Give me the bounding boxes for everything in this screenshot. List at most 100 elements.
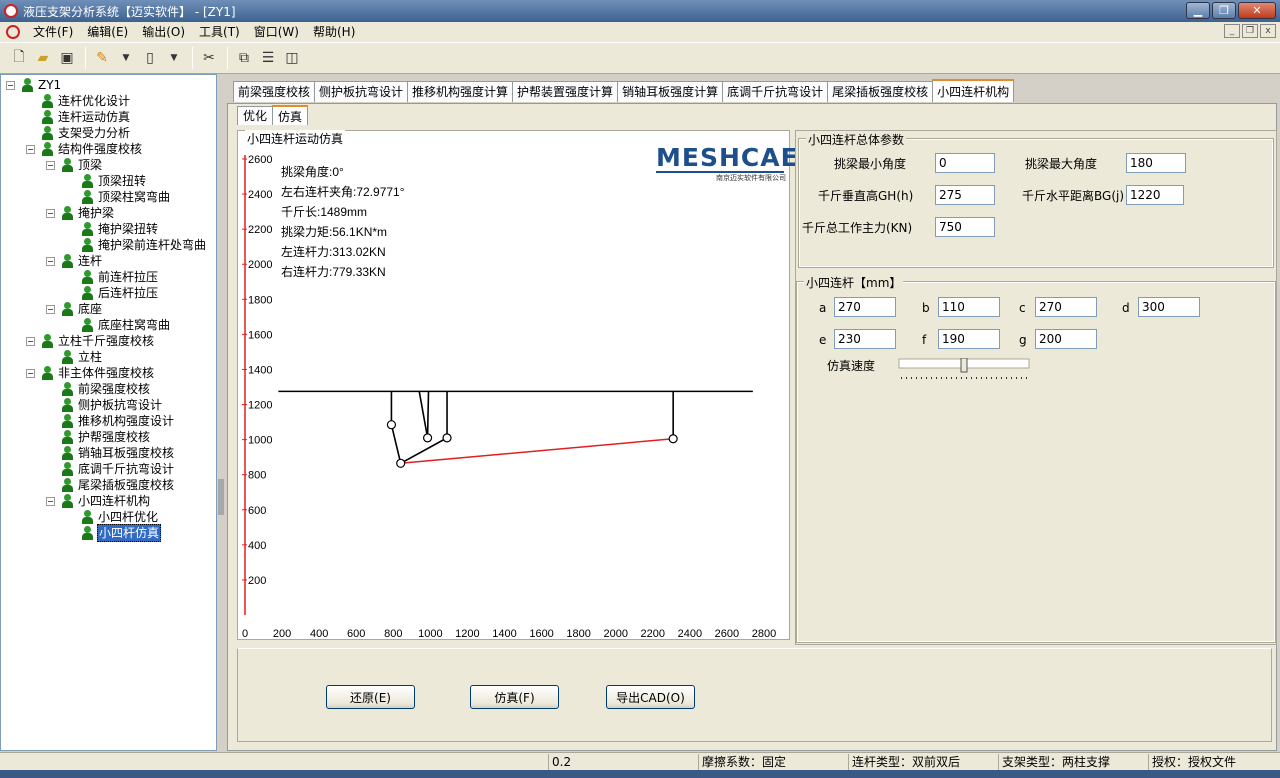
status-friction: 摩擦系数：固定 [698,754,848,770]
speed-slider-thumb[interactable] [960,358,968,373]
subtab-optimize[interactable]: 优化 [237,106,274,125]
tree-item[interactable]: 尾梁插板强度校核 [61,477,175,493]
tools-icon[interactable]: ✂ [198,47,220,69]
maximize-button[interactable]: ❐ [1212,2,1236,19]
minimize-button[interactable]: ▁ [1186,2,1210,19]
splitter[interactable] [218,74,224,751]
mdi-close-button[interactable]: x [1260,24,1276,38]
expand-toggle-icon[interactable]: − [46,208,55,218]
tree-item[interactable]: 顶梁扭转 [81,173,147,189]
menu-window[interactable]: 窗口(W) [247,23,306,41]
tab-side-guard[interactable]: 侧护板抗弯设计 [314,81,409,102]
tree-item[interactable]: 小四杆仿真 [81,524,162,542]
tab-push-mechanism[interactable]: 推移机构强度计算 [407,81,514,102]
tree-item[interactable]: 立柱 [61,349,103,365]
force-label: 千斤总工作主力(KN) [802,221,913,235]
open-folder-icon[interactable]: ▰ [32,47,54,69]
document-icon[interactable] [6,25,20,39]
tree-item[interactable]: 推移机构强度设计 [61,413,175,429]
restore-button[interactable]: 还原(E) [326,685,415,709]
tab-base-jack[interactable]: 底调千斤抗弯设计 [722,81,829,102]
mdi-minimize-button[interactable]: _ [1224,24,1240,38]
export-cad-button[interactable]: 导出CAD(O) [606,685,695,709]
tree-item[interactable]: 护帮强度校核 [61,429,151,445]
tree-item[interactable]: 前梁强度校核 [61,381,151,397]
tab-face-guard[interactable]: 护帮装置强度计算 [512,81,619,102]
g-input[interactable]: 200 [1035,329,1097,349]
dropdown-arrow-icon[interactable]: ▼ [163,47,185,69]
new-file-icon[interactable]: 🗋 [8,47,30,69]
tree-item[interactable]: 底座柱窝弯曲 [81,317,171,333]
tree-item[interactable]: − 非主体件强度校核 [26,365,155,381]
expand-toggle-icon[interactable]: − [46,160,55,170]
expand-toggle-icon[interactable]: − [26,368,35,378]
f-input[interactable]: 190 [938,329,1000,349]
dropdown-arrow-icon[interactable]: ▼ [115,47,137,69]
tree-item-label: 后连杆拉压 [98,286,159,300]
cylinder-icon[interactable]: ▯ [139,47,161,69]
menu-edit[interactable]: 编辑(E) [80,23,135,41]
c-input[interactable]: 270 [1035,297,1097,317]
max-angle-input[interactable]: 180 [1126,153,1186,173]
tree-item[interactable]: 支架受力分析 [41,125,131,141]
tree-item[interactable]: 后连杆拉压 [81,285,159,301]
tree-item[interactable]: 顶梁柱窝弯曲 [81,189,171,205]
tile-horizontal-icon[interactable]: ☰ [257,47,279,69]
subtab-simulate[interactable]: 仿真 [272,105,309,125]
simulate-button[interactable]: 仿真(F) [470,685,559,709]
a-input[interactable]: 270 [834,297,896,317]
tree-root[interactable]: − ZY1 [6,77,62,93]
tab-four-bar[interactable]: 小四连杆机构 [932,79,1015,102]
gh-input[interactable]: 275 [935,185,995,205]
tree-item[interactable]: 掩护梁扭转 [81,221,159,237]
tree-item[interactable]: 连杆优化设计 [41,93,131,109]
e-input[interactable]: 230 [834,329,896,349]
tree-item[interactable]: 掩护梁前连杆处弯曲 [81,237,207,253]
tile-vertical-icon[interactable]: ◫ [281,47,303,69]
slider-tick [996,377,997,379]
tree-item[interactable]: 底调千斤抗弯设计 [61,461,175,477]
wizard-icon[interactable]: ✎ [91,47,113,69]
expand-toggle-icon[interactable]: − [46,496,55,506]
speed-slider[interactable] [898,358,1030,382]
tree-item[interactable]: 连杆运动仿真 [41,109,131,125]
expand-toggle-icon[interactable]: − [46,304,55,314]
tab-pin-lug[interactable]: 销轴耳板强度计算 [617,81,724,102]
bg-input[interactable]: 1220 [1126,185,1184,205]
tree-item[interactable]: 小四杆优化 [81,509,159,525]
expand-toggle-icon[interactable]: − [26,144,35,154]
tree-item[interactable]: 前连杆拉压 [81,269,159,285]
sub-tabs: 优化 仿真 [237,105,309,126]
close-button[interactable]: ✕ [1238,2,1276,19]
min-angle-input[interactable]: 0 [935,153,995,173]
project-tree: − ZY1 连杆优化设计 连杆运动仿真 支架受力分析 − 结构件强度校核 − 顶梁 顶梁扭转 顶梁柱… [0,74,217,751]
cascade-windows-icon[interactable]: ⧉ [233,47,255,69]
menu-tools[interactable]: 工具(T) [192,23,247,41]
tab-front-beam[interactable]: 前梁强度校核 [233,81,316,102]
tree-item[interactable]: − 小四连杆机构 [46,493,151,509]
force-input[interactable]: 750 [935,217,995,237]
expand-toggle-icon[interactable]: − [46,256,55,266]
tree-item[interactable]: − 连杆 [46,253,103,269]
mdi-restore-button[interactable]: ❐ [1242,24,1258,38]
tree-item[interactable]: − 结构件强度校核 [26,141,143,157]
menu-output[interactable]: 输出(O) [135,23,192,41]
tree-item[interactable]: 销轴耳板强度校核 [61,445,175,461]
d-input[interactable]: 300 [1138,297,1200,317]
main-tabs: 前梁强度校核 侧护板抗弯设计 推移机构强度计算 护帮装置强度计算 销轴耳板强度计… [233,79,1015,103]
menu-help[interactable]: 帮助(H) [306,23,362,41]
expand-toggle-icon[interactable]: − [26,336,35,346]
tree-item[interactable]: − 立柱千斤强度校核 [26,333,155,349]
menu-file[interactable]: 文件(F) [26,23,80,41]
y-tick-label: 400 [248,540,266,552]
x-tick-label: 400 [310,628,328,640]
tree-item[interactable]: 侧护板抗弯设计 [61,397,163,413]
tree-item[interactable]: − 顶梁 [46,157,103,173]
tree-node-icon [61,206,74,220]
expand-toggle-icon[interactable]: − [6,80,15,90]
tree-item[interactable]: − 掩护梁 [46,205,115,221]
save-icon[interactable]: ▣ [56,47,78,69]
tree-item[interactable]: − 底座 [46,301,103,317]
b-input[interactable]: 110 [938,297,1000,317]
tab-tail-beam[interactable]: 尾梁插板强度校核 [827,81,934,102]
